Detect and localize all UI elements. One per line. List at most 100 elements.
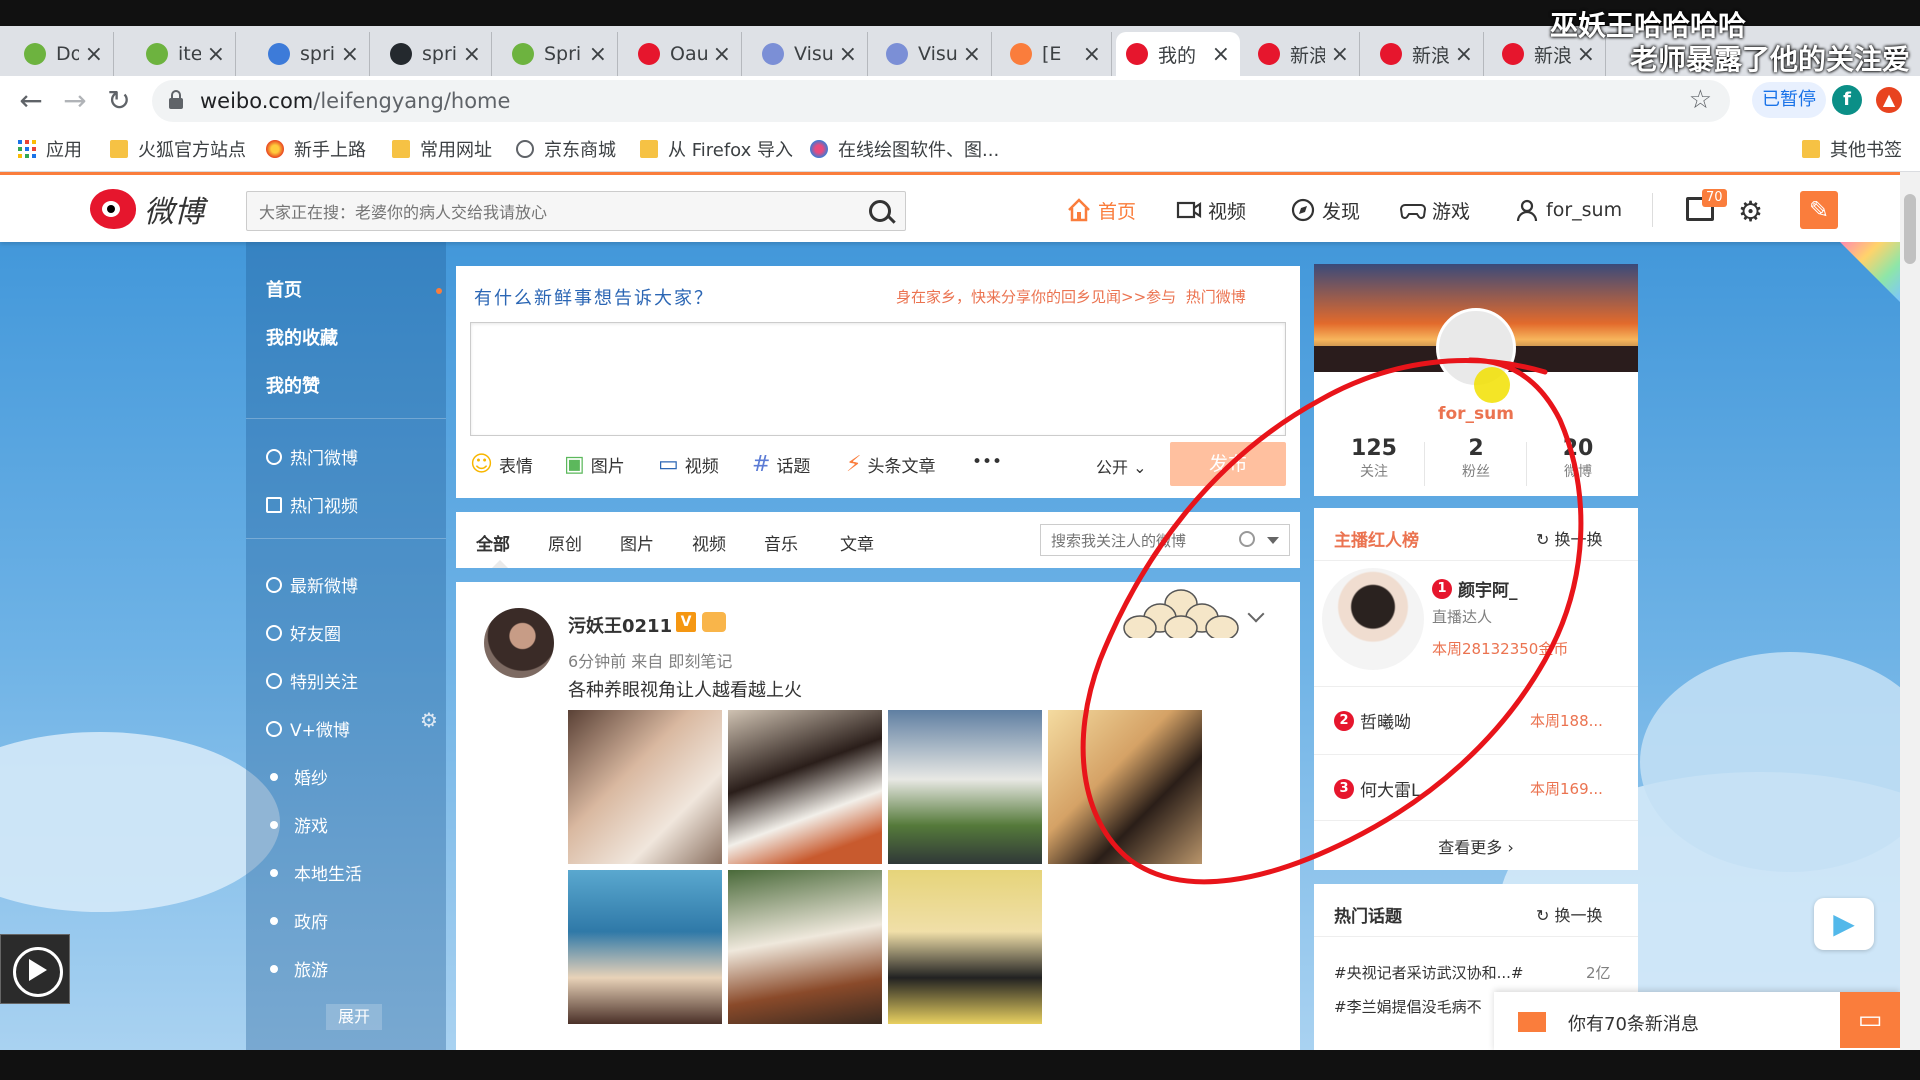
browser-tab-active[interactable]: 我的 × [1116, 32, 1240, 76]
weibo-logo[interactable]: 微博 [90, 187, 204, 231]
extension-icon[interactable]: ▲ [1876, 87, 1902, 113]
leftnav-tag[interactable]: 旅游 [266, 956, 328, 981]
bookmark-apps[interactable]: 应用 [18, 135, 82, 163]
tool-article[interactable]: ⚡ 头条文章 [846, 452, 935, 477]
close-icon[interactable]: × [463, 42, 481, 67]
bookmark-draw[interactable]: 在线绘图软件、图... [810, 135, 999, 163]
anchor-row[interactable]: 2 哲曦呦 [1334, 708, 1411, 733]
leftnav-hot-weibo[interactable]: 热门微博 [266, 444, 358, 469]
feed-search-input[interactable] [1051, 529, 1231, 553]
close-icon[interactable]: × [1577, 42, 1595, 67]
browser-tab[interactable]: item× [136, 32, 236, 76]
close-icon[interactable]: × [1212, 42, 1230, 67]
tool-more[interactable]: ••• [972, 452, 1002, 472]
close-icon[interactable]: × [963, 42, 981, 67]
stat-followers[interactable]: 2 粉丝 [1426, 436, 1526, 481]
leftnav-latest[interactable]: 最新微博 [266, 572, 358, 597]
post-photo[interactable] [568, 710, 722, 864]
leftnav-likes[interactable]: 我的赞 [266, 372, 320, 398]
compose-button[interactable]: ✎ [1800, 191, 1838, 229]
scrollbar[interactable] [1900, 172, 1920, 1050]
close-icon[interactable]: × [1083, 42, 1101, 67]
stat-following[interactable]: 125 关注 [1324, 436, 1424, 481]
topic-link[interactable]: #李兰娟提倡没毛病不 [1334, 996, 1482, 1017]
refresh-button[interactable]: ↻ 换一换 [1536, 902, 1603, 926]
close-icon[interactable]: × [713, 42, 731, 67]
profile-avatar[interactable]: f [1832, 85, 1862, 115]
bookmark-firefox-sites[interactable]: 火狐官方站点 [110, 135, 246, 163]
nav-video[interactable]: 视频 [1176, 195, 1246, 225]
leftnav-hot-video[interactable]: 热门视频 [266, 492, 358, 517]
see-more-link[interactable]: 查看更多 › [1314, 834, 1638, 858]
leftnav-tag[interactable]: 游戏 [266, 812, 328, 837]
tab-articles[interactable]: 文章 [840, 530, 874, 555]
play-button-icon[interactable] [0, 934, 70, 1004]
browser-tab[interactable]: Spri × [502, 32, 618, 76]
profile-name[interactable]: for_sum [1314, 404, 1638, 424]
search-icon[interactable] [869, 200, 891, 222]
browser-tab[interactable]: spri × [380, 32, 492, 76]
bookmark-common-sites[interactable]: 常用网址 [392, 135, 492, 163]
browser-tab[interactable]: Visu × [876, 32, 992, 76]
post-photo[interactable] [728, 710, 882, 864]
leftnav-friends[interactable]: 好友圈 [266, 620, 341, 645]
avatar[interactable] [484, 608, 554, 678]
anchor-name[interactable]: 1 颜宇阿_ [1432, 576, 1518, 601]
gear-icon[interactable]: ⚙ [420, 708, 438, 732]
nav-home[interactable]: 首页 [1066, 195, 1136, 225]
leftnav-tag[interactable]: 政府 [266, 908, 328, 933]
visibility-select[interactable]: 公开 ⌄ [1096, 454, 1147, 478]
tab-images[interactable]: 图片 [620, 530, 654, 555]
search-icon[interactable] [1239, 531, 1255, 547]
tab-all[interactable]: 全部 [476, 530, 510, 555]
nav-discover[interactable]: 发现 [1290, 195, 1360, 225]
chevron-down-icon[interactable] [1267, 537, 1279, 544]
bookmark-getting-started[interactable]: 新手上路 [266, 135, 366, 163]
browser-tab[interactable]: [E × [1000, 32, 1112, 76]
nav-game[interactable]: 游戏 [1400, 195, 1470, 225]
stat-posts[interactable]: 20 微博 [1528, 436, 1628, 481]
tab-original[interactable]: 原创 [548, 530, 582, 555]
chat-icon[interactable]: ▭ [1840, 992, 1900, 1048]
close-icon[interactable]: × [85, 42, 103, 67]
topic-link[interactable]: #央视记者采访武汉协和...# [1334, 962, 1523, 983]
sync-paused-button[interactable]: 已暂停 [1752, 82, 1826, 118]
tool-image[interactable]: ▣ 图片 [564, 452, 625, 477]
tool-topic[interactable]: # 话题 [752, 452, 810, 477]
forward-icon[interactable]: → [58, 84, 92, 118]
close-icon[interactable]: × [839, 42, 857, 67]
post-photo[interactable] [888, 710, 1042, 864]
post-photo[interactable] [1048, 710, 1202, 864]
new-message-notice[interactable]: 你有70条新消息 ▭ [1494, 992, 1900, 1050]
browser-tab[interactable]: 新浪 × [1248, 32, 1360, 76]
nav-user[interactable]: for_sum [1514, 195, 1622, 225]
leftnav-favorites[interactable]: 我的收藏 [266, 324, 338, 350]
anchor-row[interactable]: 3 何大雷L [1334, 776, 1420, 801]
leftnav-tag[interactable]: 本地生活 [266, 860, 362, 885]
scrollbar-thumb[interactable] [1904, 194, 1916, 264]
close-icon[interactable]: × [1331, 42, 1349, 67]
avatar[interactable] [1436, 308, 1516, 388]
tv-player-icon[interactable]: ▶ [1814, 898, 1874, 950]
publish-button[interactable]: 发布 [1170, 442, 1286, 486]
leftnav-tag[interactable]: 婚纱 [266, 764, 328, 789]
leftnav-vplus[interactable]: V+微博 [266, 716, 350, 741]
browser-tab[interactable]: Visu × [752, 32, 868, 76]
close-icon[interactable]: × [341, 42, 359, 67]
close-icon[interactable]: × [207, 42, 225, 67]
chevron-down-icon[interactable] [1247, 605, 1265, 623]
post-username[interactable]: 污妖王0211 [568, 612, 672, 638]
bookmark-jd[interactable]: 京东商城 [516, 135, 616, 163]
bookmark-star-icon[interactable]: ☆ [1689, 85, 1712, 115]
address-bar[interactable]: weibo.com/leifengyang/home ☆ [152, 80, 1730, 122]
post-photo[interactable] [728, 870, 882, 1024]
browser-tab[interactable]: Doc× [14, 32, 114, 76]
expand-button[interactable]: 展开 [326, 1004, 382, 1030]
back-icon[interactable]: ← [14, 84, 48, 118]
browser-tab[interactable]: Oau × [628, 32, 742, 76]
reload-icon[interactable]: ↻ [102, 84, 136, 118]
browser-tab[interactable]: 新浪 × [1370, 32, 1484, 76]
weibo-search-input[interactable] [259, 198, 839, 226]
bookmark-firefox-import[interactable]: 从 Firefox 导入 [640, 135, 793, 163]
avatar[interactable] [1322, 568, 1424, 670]
